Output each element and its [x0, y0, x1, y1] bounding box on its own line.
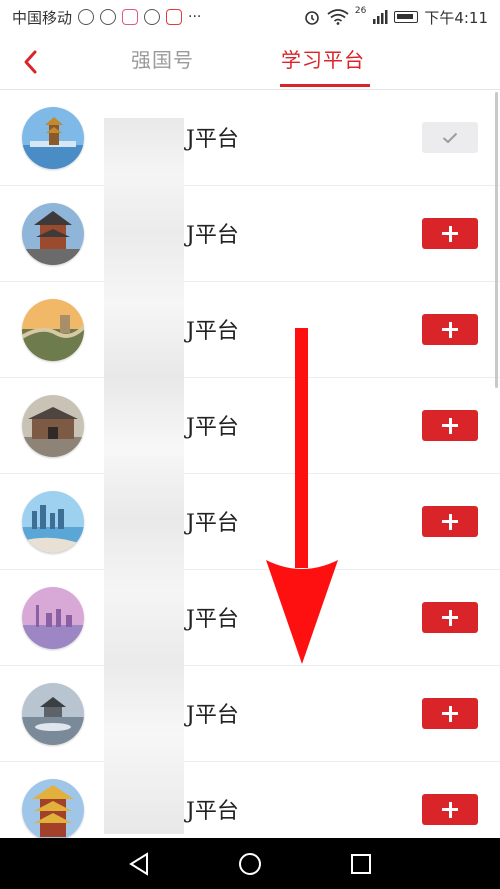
subscribed-button[interactable] [422, 122, 478, 153]
old-gate-icon [22, 395, 84, 457]
list-item[interactable]: J平台 [0, 282, 500, 378]
pagoda-city-icon [22, 107, 84, 169]
photo-app-icon [122, 9, 139, 25]
scroll-down-arrow-annotation [266, 328, 338, 664]
redaction-blur [104, 118, 184, 834]
checkmark-icon [442, 132, 458, 143]
clock-time: 下午4:11 [424, 8, 488, 27]
status-bar: 中国移动 ··· 26 下午4:11 [0, 0, 500, 34]
more-notifications-icon: ··· [188, 9, 202, 25]
app-notification-icon [78, 9, 95, 25]
signal-icon [373, 10, 388, 24]
circle-home-icon [239, 853, 261, 875]
network-badge: 26 [354, 6, 367, 16]
add-button[interactable] [422, 602, 478, 633]
nav-home-button[interactable] [235, 849, 265, 879]
add-button[interactable] [422, 314, 478, 345]
lake-pavilion-icon [22, 683, 84, 745]
chat-bubble-icon [144, 9, 161, 25]
list-item[interactable]: J平台 [0, 666, 500, 762]
status-right: 26 下午4:11 [303, 6, 488, 28]
back-button[interactable] [14, 42, 48, 82]
platform-list: J平台 J平台 J平台 J平台 J平台 J平台 J平台 J平台 [0, 90, 500, 838]
add-button[interactable] [422, 410, 478, 441]
add-button[interactable] [422, 218, 478, 249]
system-nav-bar [0, 838, 500, 889]
coastal-city-icon [22, 491, 84, 553]
tower-pavilion-icon [22, 203, 84, 265]
list-item[interactable]: J平台 [0, 570, 500, 666]
tab-study-platform[interactable]: 学习平台 [281, 44, 365, 73]
list-item[interactable]: J平台 [0, 378, 500, 474]
video-play-icon [166, 9, 183, 25]
nav-recents-button[interactable] [346, 849, 376, 879]
alarm-icon [305, 11, 319, 25]
list-item[interactable]: J平台 [0, 186, 500, 282]
tab-qiangguo-hao[interactable]: 强国号 [131, 44, 194, 73]
great-wall-icon [22, 299, 84, 361]
active-tab-indicator [280, 84, 370, 87]
scrollbar[interactable] [495, 92, 498, 388]
square-recents-icon [351, 854, 371, 874]
add-button[interactable] [422, 794, 478, 825]
wifi-icon [327, 9, 349, 25]
top-nav-header: 强国号 学习平台 [0, 34, 500, 90]
add-button[interactable] [422, 506, 478, 537]
yellow-tower-icon [22, 779, 84, 838]
status-left: 中国移动 ··· [12, 7, 201, 28]
nav-back-button[interactable] [125, 849, 155, 879]
battery-icon [394, 11, 419, 23]
back-arrow-icon [24, 50, 37, 74]
list-item[interactable]: J平台 [0, 90, 500, 186]
tiktok-icon [100, 9, 117, 25]
add-button[interactable] [422, 698, 478, 729]
triangle-back-icon [129, 852, 148, 876]
carrier-name: 中国移动 [12, 8, 73, 27]
pink-skyline-icon [22, 587, 84, 649]
list-item[interactable]: J平台 [0, 474, 500, 570]
list-item[interactable]: J平台 [0, 762, 500, 838]
